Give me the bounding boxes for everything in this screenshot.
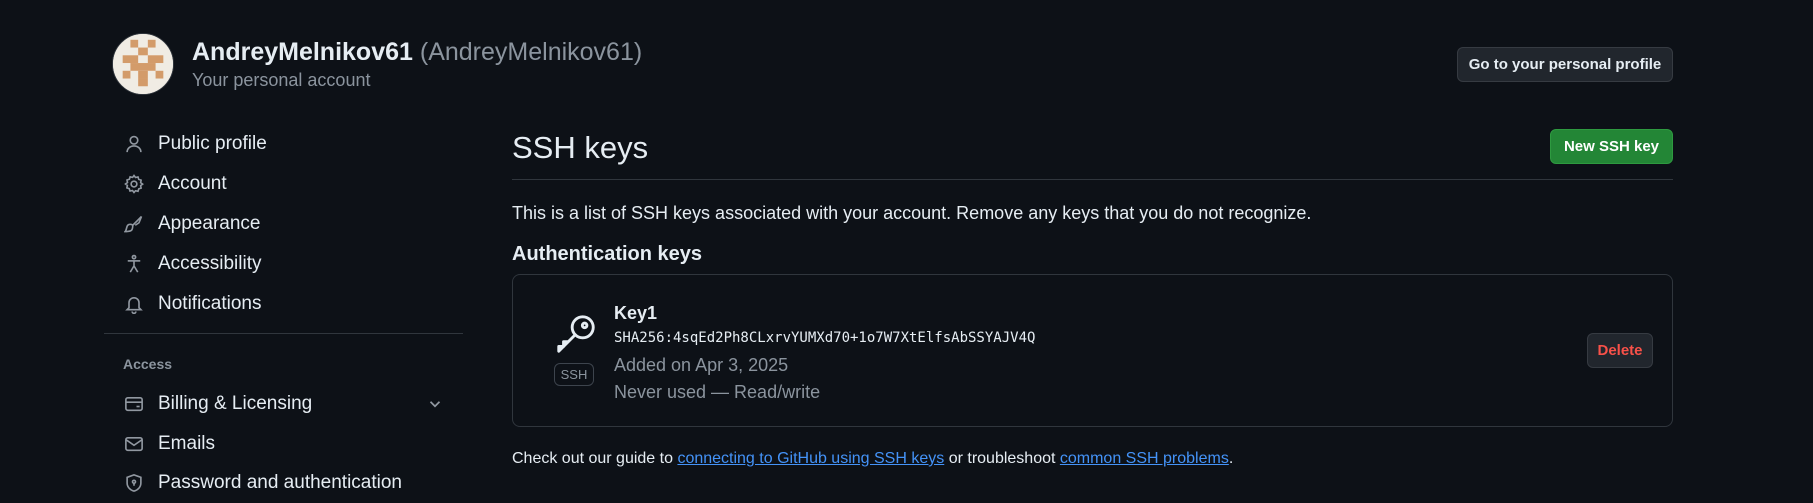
bell-icon — [122, 292, 146, 316]
key-added-date: Added on Apr 3, 2025 — [614, 355, 789, 375]
sidebar-item-label: Password and authentication — [158, 472, 402, 493]
sidebar-item-billing[interactable]: Billing & Licensing — [104, 386, 464, 422]
sidebar-heading-access: Access — [123, 356, 173, 372]
ssh-guide-link[interactable]: connecting to GitHub using SSH keys — [677, 450, 944, 467]
sidebar-item-label: Public profile — [158, 133, 267, 154]
guide-middle: or troubleshoot — [944, 450, 1060, 467]
username-handle: (AndreyMelnikov61) — [419, 38, 643, 66]
credit-card-icon — [122, 392, 146, 416]
shield-lock-icon — [122, 471, 146, 495]
sidebar-item-label: Notifications — [158, 293, 262, 314]
sidebar-item-public-profile[interactable]: Public profile — [104, 126, 464, 162]
sidebar-item-label: Account — [158, 173, 227, 194]
key-usage-status: Never used — Read/write — [614, 382, 821, 402]
ssh-troubleshoot-link[interactable]: common SSH problems — [1060, 450, 1229, 467]
new-ssh-key-button[interactable]: New SSH key — [1550, 129, 1673, 164]
sidebar-divider — [104, 333, 463, 334]
avatar[interactable] — [112, 33, 174, 95]
sidebar-item-emails[interactable]: Emails — [104, 426, 464, 462]
sidebar-item-label: Accessibility — [158, 253, 262, 274]
account-title: AndreyMelnikov61 (AndreyMelnikov61) — [192, 38, 642, 67]
intro-text: This is a list of SSH keys associated wi… — [512, 203, 1312, 223]
username[interactable]: AndreyMelnikov61 — [192, 38, 413, 66]
account-subtitle: Your personal account — [192, 70, 371, 90]
sidebar-item-appearance[interactable]: Appearance — [104, 206, 464, 242]
sidebar-item-password-auth[interactable]: Password and authentication — [104, 465, 464, 501]
title-divider — [512, 179, 1673, 180]
sidebar-item-label: Appearance — [158, 213, 261, 234]
person-icon — [122, 132, 146, 156]
sidebar-item-account[interactable]: Account — [104, 166, 464, 202]
identicon-image — [113, 34, 173, 94]
authentication-keys-heading: Authentication keys — [512, 243, 703, 265]
paintbrush-icon — [122, 212, 146, 236]
sidebar-item-accessibility[interactable]: Accessibility — [104, 246, 464, 282]
gear-icon — [122, 172, 146, 196]
guide-suffix: . — [1228, 450, 1234, 467]
go-to-profile-button[interactable]: Go to your personal profile — [1457, 47, 1673, 82]
sidebar-item-notifications[interactable]: Notifications — [104, 286, 464, 322]
guide-text: Check out our guide to connecting to Git… — [512, 450, 1233, 468]
ssh-type-badge: SSH — [554, 363, 594, 386]
guide-prefix: Check out our guide to — [512, 450, 678, 467]
key-fingerprint: SHA256:4sqEd2Ph8CLxrvYUMXd70+1o7W7XtElfs… — [614, 330, 1036, 346]
accessibility-icon — [122, 252, 146, 276]
page-title: SSH keys — [512, 130, 649, 165]
ssh-key-list-item: SSH Key1 SHA256:4sqEd2Ph8CLxrvYUMXd70+1o… — [512, 274, 1673, 427]
ssh-keys-settings-page: AndreyMelnikov61 (AndreyMelnikov61) Your… — [0, 0, 1813, 503]
key-icon — [557, 315, 595, 353]
key-title: Key1 — [614, 303, 658, 323]
mail-icon — [122, 432, 146, 456]
delete-key-button[interactable]: Delete — [1587, 333, 1653, 368]
chevron-down-icon[interactable] — [426, 395, 444, 413]
sidebar-item-label: Billing & Licensing — [158, 393, 313, 414]
sidebar-item-label: Emails — [158, 433, 216, 454]
